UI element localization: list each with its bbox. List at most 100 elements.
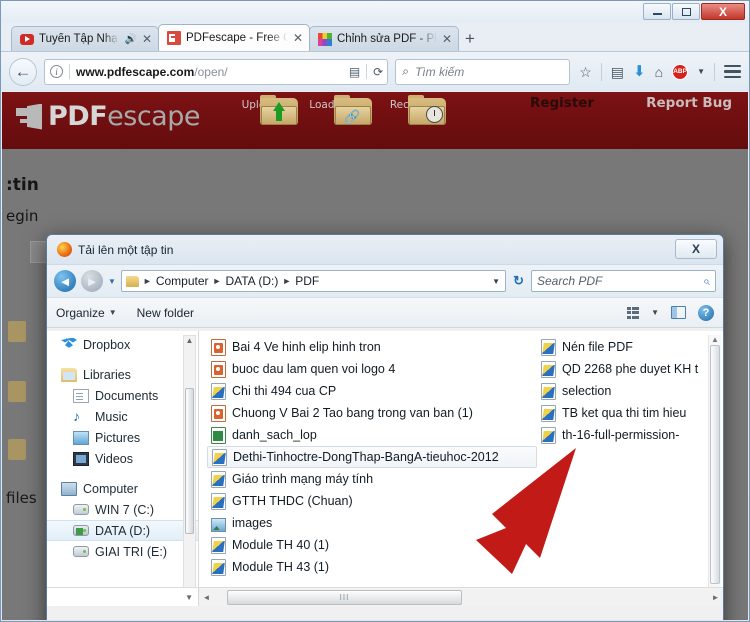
scrollbar-thumb[interactable]: III [227,589,462,605]
file-list-item[interactable]: TB ket qua thi tim hieu [537,402,717,424]
menu-icon[interactable] [724,64,741,79]
pdfescape-logo[interactable]: PDFescape [2,92,200,132]
folder-icon [125,275,139,287]
tab-mute-icon[interactable]: 🔊 [124,34,136,45]
file-list-item[interactable]: buoc dau lam quen voi logo 4 [207,358,537,380]
sidebar-item-label: DATA (D:) [95,523,151,538]
file-name: Giáo trình mạng máy tính [232,472,374,486]
background-file-icon [8,439,26,460]
register-link[interactable]: Register [530,95,594,111]
bookmark-star-icon[interactable]: ☆ [579,65,592,79]
scroll-left-arrow-icon[interactable]: ◄ [199,593,214,602]
sidebar-scrollbar[interactable]: ▲ ▼ [183,335,196,602]
browser-tab-3[interactable]: Chỉnh sửa PDF - Ph ✕ [309,26,459,51]
dialog-navigation-row: ◄ ► ▼ ► Computer ► DATA (D:) ► PDF ▼ ↻ S… [47,265,723,297]
sidebar-item-libraries[interactable]: Libraries [47,364,198,385]
adblock-icon[interactable]: ABP [672,63,689,80]
file-list-item[interactable]: Giáo trình mạng máy tính [207,468,537,490]
file-list-scrollbar[interactable]: ▲ ▼ [708,335,721,602]
back-arrow-icon[interactable]: ← [9,57,37,86]
tab-close-icon[interactable]: ✕ [442,33,452,45]
breadcrumb[interactable]: ► Computer ► DATA (D:) ► PDF ▼ [120,270,507,292]
file-list-item[interactable]: danh_sach_lop [207,424,537,446]
scrollbar-thumb[interactable] [185,388,194,534]
nav-back-icon[interactable]: ◄ [54,270,76,292]
file-list-item-selected[interactable]: Dethi-Tinhoctre-DongThap-BangA-tieuhoc-2… [207,446,537,468]
chevron-down-icon[interactable]: ▼ [492,277,502,286]
info-icon[interactable]: i [50,65,63,78]
breadcrumb-item-computer[interactable]: Computer [156,274,209,288]
load-url-tool[interactable]: 🔗 Load URL [308,95,372,125]
file-list-item[interactable]: selection [537,380,717,402]
home-icon[interactable]: ⌂ [655,65,663,79]
sidebar-item-pictures[interactable]: Pictures [47,427,198,448]
url-domain: www.pdfescape.com [76,64,195,79]
reader-view-icon[interactable]: ▤ [349,65,360,79]
sidebar-item-videos[interactable]: Videos [47,448,198,469]
scroll-right-arrow-icon[interactable]: ► [708,593,723,602]
downloads-icon[interactable]: ⬇ [633,64,646,79]
file-list-item[interactable]: Module TH 40 (1) [207,534,537,556]
file-list-item[interactable]: Chuong V Bai 2 Tao bang trong van ban (1… [207,402,537,424]
report-bug-link[interactable]: Report Bug [646,95,732,111]
nav-history-dropdown-icon[interactable]: ▼ [108,277,116,286]
help-icon[interactable]: ? [698,304,714,321]
file-list-item[interactable]: Nén file PDF [537,336,717,358]
sidebar-item-computer[interactable]: Computer [47,478,198,499]
horizontal-scrollbar[interactable]: ◄ III ► [199,588,723,606]
file-list-item[interactable]: Module TH 43 (1) [207,556,537,578]
nav-forward-icon[interactable]: ► [81,270,103,292]
view-mode-icon[interactable] [626,306,640,319]
scrollbar-thumb[interactable] [710,345,720,584]
browser-tab-1[interactable]: Tuyển Tập Nhạc 🔊 ✕ [11,26,159,51]
sidebar-item-documents[interactable]: Documents [47,385,198,406]
breadcrumb-item-pdf[interactable]: PDF [295,274,319,288]
address-bar[interactable]: i www.pdfescape.com/open/ ▤ ⟳ [44,58,389,85]
file-name: Dethi-Tinhoctre-DongThap-BangA-tieuhoc-2… [233,450,499,464]
sidebar-item-dropbox[interactable]: Dropbox [47,334,198,355]
new-folder-button[interactable]: New folder [137,306,194,320]
sidebar-item-data-d[interactable]: DATA (D:) [47,520,198,541]
file-list-item[interactable]: Bai 4 Ve hinh elip hinh tron [207,336,537,358]
minimize-button[interactable] [643,3,671,20]
file-name: th-16-full-permission- [562,428,680,442]
file-list-item[interactable]: Chi thi 494 cua CP [207,380,537,402]
maximize-button[interactable] [672,3,700,20]
search-bar[interactable]: ⌕ Tìm kiếm [395,58,571,85]
file-name: Bai 4 Ve hinh elip hinh tron [232,340,381,354]
dialog-close-button[interactable]: X [675,239,717,259]
library-icon[interactable]: ▤ [611,65,624,79]
sidebar-item-win7-c[interactable]: WIN 7 (C:) [47,499,198,520]
sidebar-item-label: Pictures [95,430,141,445]
scroll-down-arrow-icon[interactable]: ▼ [185,593,193,602]
file-list-item[interactable]: GTTH THDC (Chuan) [207,490,537,512]
preview-pane-icon[interactable] [671,306,686,319]
tab-close-icon[interactable]: ✕ [142,33,152,45]
scroll-up-arrow-icon[interactable]: ▲ [709,335,721,344]
file-list-item[interactable]: th-16-full-permission- [537,424,717,446]
refresh-icon[interactable]: ↻ [511,273,526,289]
sidebar-item-music[interactable]: ♪ Music [47,406,198,427]
browser-tab-2[interactable]: PDFescape - Free O ✕ [158,24,310,51]
dialog-search-input[interactable]: Search PDF ⌕ [531,270,716,292]
chevron-down-icon[interactable]: ▼ [697,67,705,76]
file-list-item[interactable]: images [207,512,537,534]
sidebar-item-giai-tri-e[interactable]: GIAI TRI (E:) [47,541,198,562]
pdf-icon [212,448,227,466]
organize-button[interactable]: Organize ▼ [56,306,117,320]
chevron-down-icon[interactable]: ▼ [651,308,659,317]
tab-close-icon[interactable]: ✕ [293,32,303,44]
organize-label: Organize [56,305,105,320]
new-tab-button[interactable]: + [458,27,482,51]
file-name: Chi thi 494 cua CP [232,384,337,398]
scroll-up-arrow-icon[interactable]: ▲ [184,336,195,345]
upload-tool[interactable]: Upload [234,95,298,125]
colorgrid-icon [318,32,332,46]
recent-tool[interactable]: Recent [382,95,446,125]
screenshot-root: X Tuyển Tập Nhạc 🔊 ✕ PDFescape - Free O … [0,0,750,622]
file-list-item[interactable]: QD 2268 phe duyet KH t [537,358,717,380]
reload-icon[interactable]: ⟳ [373,65,383,79]
breadcrumb-separator: ► [282,276,292,286]
close-window-button[interactable]: X [701,3,745,20]
breadcrumb-item-data-d[interactable]: DATA (D:) [225,274,278,288]
